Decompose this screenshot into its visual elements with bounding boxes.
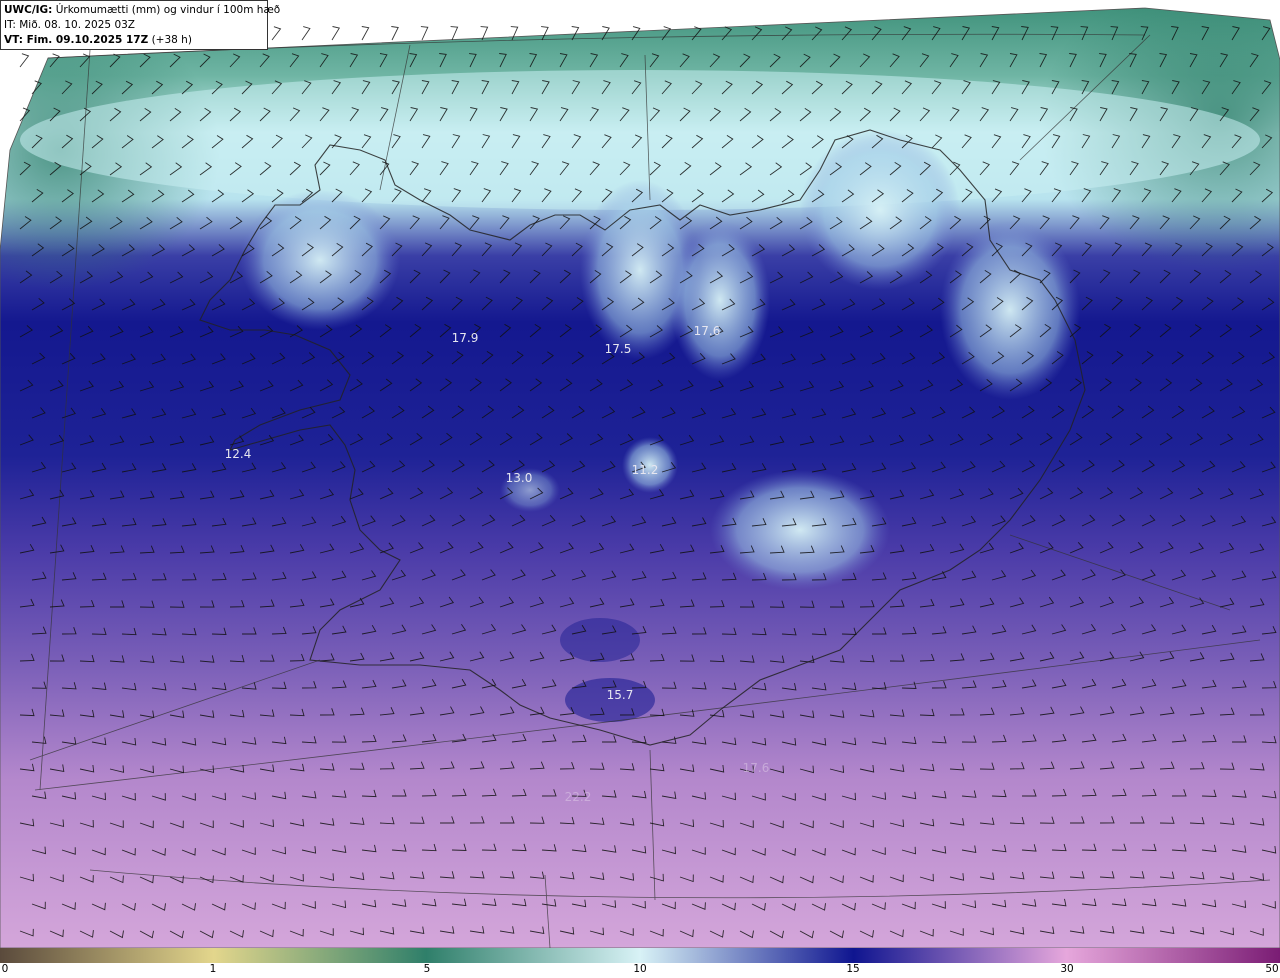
model-prefix: UWC/IG: xyxy=(4,4,53,16)
map-value-label: 17.5 xyxy=(604,342,632,356)
map-title: Úrkomumætti (mm) og vindur í 100m hæð xyxy=(52,4,281,16)
colorbar-tick-label: 15 xyxy=(846,963,860,975)
map-value-label: 17.9 xyxy=(451,331,479,345)
map-value-label: 11.2 xyxy=(631,463,659,477)
map-value-label: 22.2 xyxy=(564,790,592,804)
map-value-label: 15.7 xyxy=(606,688,634,702)
colorbar-tick-label: 1 xyxy=(209,963,217,975)
colorbar-tick-label: 50 xyxy=(1265,963,1279,975)
colorbar-tick-label: 10 xyxy=(633,963,647,975)
valid-time: VT: Fim. 09.10.2025 17Z xyxy=(4,34,149,46)
map-value-label: 17.6 xyxy=(742,761,770,775)
map-value-label: 12.4 xyxy=(224,447,252,461)
initial-time: IT: Mið. 08. 10. 2025 03Z xyxy=(4,19,135,31)
colorbar-tick-label: 30 xyxy=(1060,963,1074,975)
map-value-label: 13.0 xyxy=(505,471,533,485)
valid-time-line: VT: Fim. 09.10.2025 17Z (+38 h) xyxy=(4,33,264,48)
forecast-lead: (+38 h) xyxy=(148,34,192,46)
colorbar-tick-label: 5 xyxy=(423,963,431,975)
title-line: UWC/IG: Úrkomumætti (mm) og vindur í 100… xyxy=(4,3,280,18)
colorbar-tick-label: 0 xyxy=(1,963,9,975)
colorbar xyxy=(0,948,1280,963)
map-title-box: UWC/IG: Úrkomumætti (mm) og vindur í 100… xyxy=(0,0,280,50)
map-value-label: 17.6 xyxy=(693,324,721,338)
